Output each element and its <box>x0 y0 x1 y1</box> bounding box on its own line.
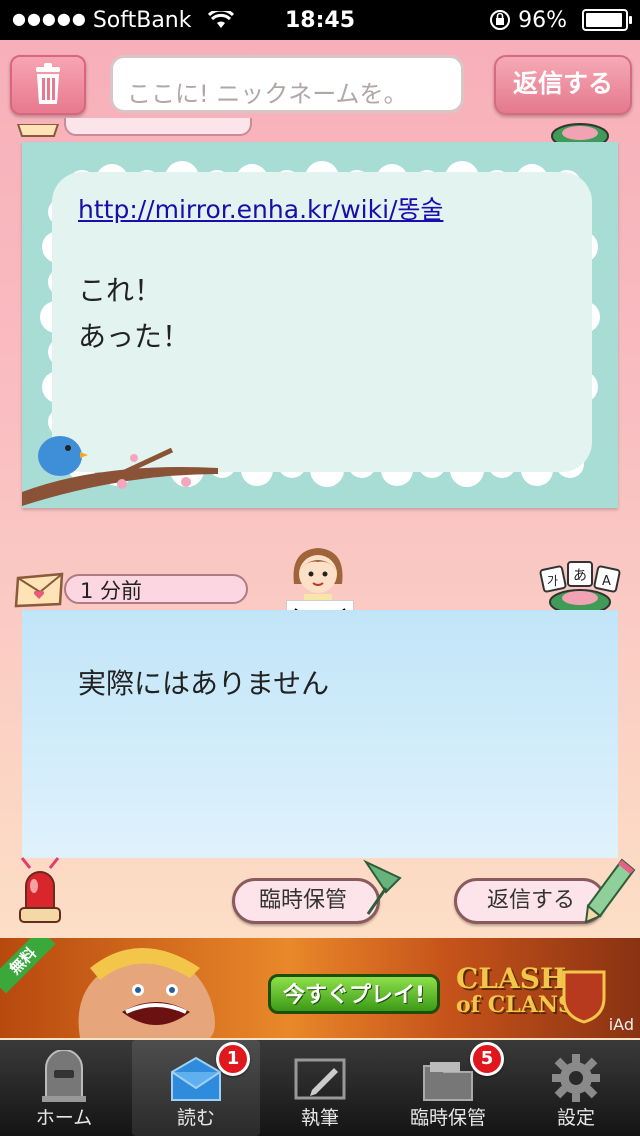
svg-text:A: A <box>602 574 611 589</box>
tab-home-label: ホーム <box>35 1107 93 1129</box>
tab-bar: ホーム 1 読む 執筆 5 臨時保管 設定 <box>0 1040 640 1136</box>
temp-save-badge: 5 <box>470 1042 504 1076</box>
pin-icon <box>363 859 402 915</box>
reply-button-top[interactable]: 返信する <box>494 55 632 115</box>
ad-banner[interactable]: 無料 今すぐプレイ! CLASH of CLANS iAd <box>0 938 640 1038</box>
tab-write-label: 執筆 <box>300 1107 339 1129</box>
trash-button[interactable] <box>10 55 86 115</box>
envelope-icon-top <box>16 124 60 137</box>
read-badge: 1 <box>216 1042 250 1076</box>
previous-time-tag <box>64 118 252 136</box>
letter-card-1: http://mirror.enha.kr/wiki/똥술 これ！ あった！ <box>22 142 618 508</box>
brand-line-2: of CLANS <box>456 992 574 1018</box>
brand-line-1: CLASH <box>456 962 567 995</box>
message-text-1: これ！ あった！ <box>78 274 191 353</box>
bird-on-branch-illustration <box>22 436 218 506</box>
ad-cta-button[interactable]: 今すぐプレイ! <box>268 974 440 1014</box>
tab-settings-label: 設定 <box>556 1107 595 1129</box>
tab-settings[interactable]: 設定 <box>512 1040 640 1136</box>
nickname-input[interactable]: ここに! ニックネームを。 <box>110 55 464 113</box>
language-toggle-button[interactable]: 가 あ A <box>538 558 622 616</box>
message-link[interactable]: http://mirror.enha.kr/wiki/똥술 <box>78 190 443 226</box>
tab-home[interactable]: ホーム <box>0 1040 128 1136</box>
status-right: 96% <box>489 8 632 33</box>
tab-read[interactable]: 1 読む <box>132 1040 260 1136</box>
gear-icon <box>552 1054 600 1102</box>
status-bar: ●●●●● SoftBank 18:45 96% <box>0 0 640 40</box>
barbarian-character-illustration <box>78 948 215 1038</box>
clash-of-clans-logo: CLASH of CLANS <box>456 962 574 1019</box>
envelope-icon <box>14 572 64 608</box>
time-ago-tag: 1 分前 <box>64 574 248 604</box>
rotation-lock-icon <box>489 8 518 33</box>
tab-read-label: 読む <box>176 1107 215 1129</box>
shield-icon <box>562 970 606 1024</box>
tab-temp-save-label: 臨時保管 <box>409 1107 486 1129</box>
trash-icon <box>36 63 60 104</box>
svg-text:あ: あ <box>573 568 587 584</box>
tab-write[interactable]: 執筆 <box>256 1040 384 1136</box>
avatar <box>293 548 343 606</box>
folder-icon <box>423 1062 473 1101</box>
pencil-icon <box>584 858 636 924</box>
battery-icon <box>582 9 632 31</box>
top-bar: ここに! ニックネームを。 返信する <box>0 40 640 128</box>
alarm-light-icon[interactable] <box>12 854 68 928</box>
letter-card-2: 実際にはありません <box>22 610 618 858</box>
reply-label: 返信する <box>487 888 576 913</box>
temp-save-label: 臨時保管 <box>259 888 348 913</box>
mailbox-icon <box>42 1050 86 1102</box>
svg-text:가: 가 <box>547 574 558 588</box>
iad-label: iAd <box>608 1015 634 1034</box>
free-ribbon: 無料 <box>0 938 56 994</box>
message-text-2: 実際にはありません <box>78 667 330 700</box>
tab-temp-save[interactable]: 5 臨時保管 <box>384 1040 512 1136</box>
pen-icon <box>294 1058 346 1100</box>
battery-percent: 96% <box>518 8 567 33</box>
